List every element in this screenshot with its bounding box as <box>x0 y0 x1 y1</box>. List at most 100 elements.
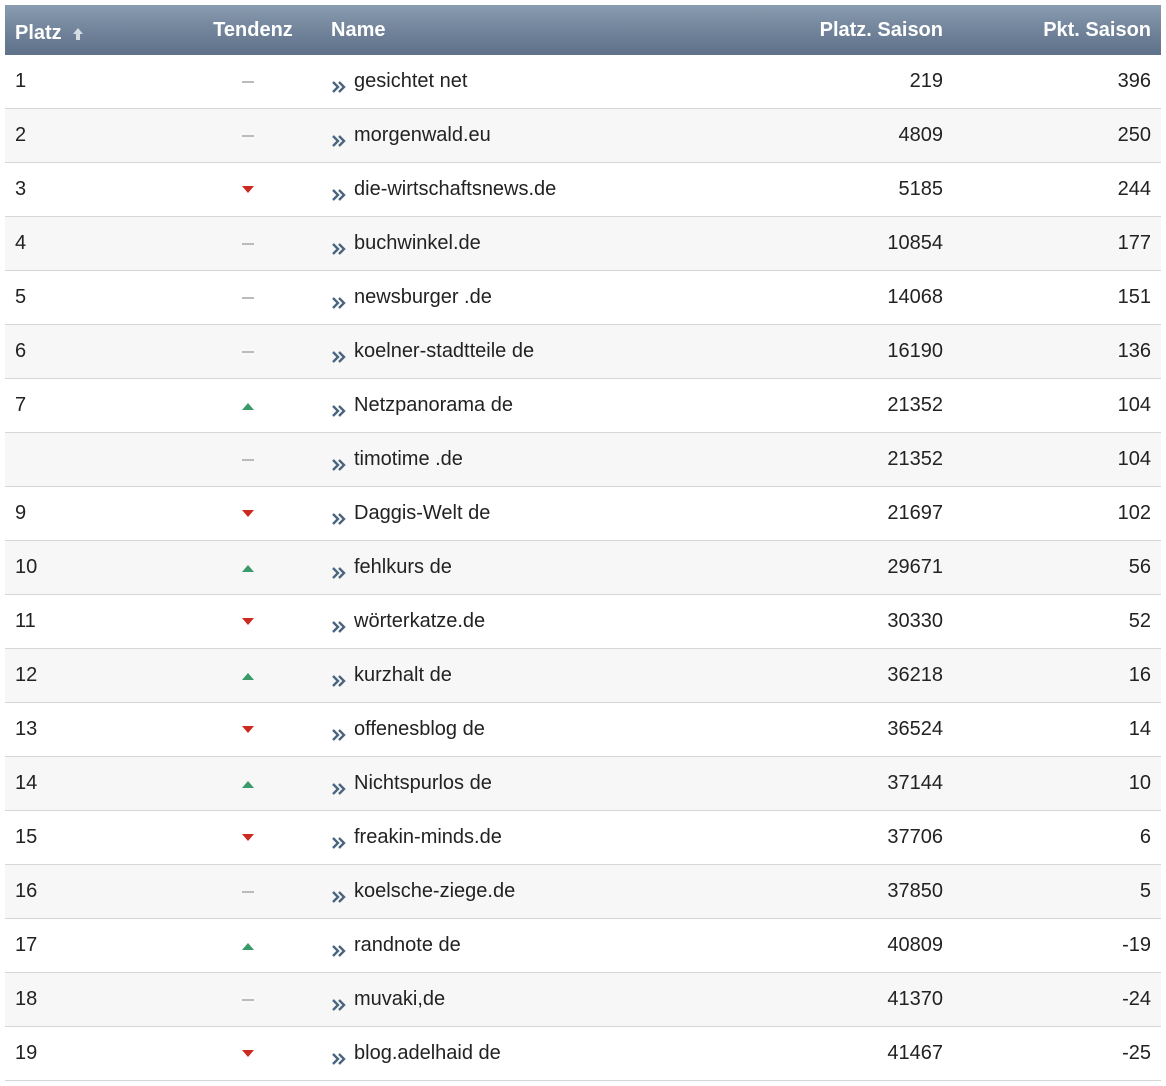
cell-name: gesichtet net <box>331 70 611 93</box>
trend-same-icon <box>240 340 256 353</box>
trend-down-icon <box>240 178 256 193</box>
cell-pkt-saison: 104 <box>1117 394 1151 416</box>
cell-name: freakin-minds.de <box>331 826 611 849</box>
cell-pkt-saison: 104 <box>1117 448 1151 470</box>
site-link[interactable]: die-wirtschaftsnews.de <box>354 178 556 201</box>
table-row: 14 Nichtspurlos de 37144 10 <box>5 757 1161 811</box>
cell-platz: 9 <box>15 502 27 524</box>
site-link[interactable]: Nichtspurlos de <box>354 772 492 795</box>
cell-tendenz <box>165 232 331 255</box>
column-header-tendenz[interactable]: Tendenz <box>165 19 331 42</box>
site-link[interactable]: fehlkurs de <box>354 556 452 579</box>
double-chevron-right-icon <box>331 725 347 741</box>
table-row: 16 koelsche-ziege.de 37850 5 <box>5 865 1161 919</box>
site-link[interactable]: muvaki,de <box>354 988 445 1011</box>
site-link[interactable]: Netzpanorama de <box>354 394 513 417</box>
cell-name: timotime .de <box>331 448 611 471</box>
cell-platz: 12 <box>15 664 38 686</box>
site-link[interactable]: koelner-stadtteile de <box>354 340 534 363</box>
trend-same-icon <box>240 286 256 299</box>
trend-down-icon <box>240 610 256 625</box>
double-chevron-right-icon <box>331 941 347 957</box>
cell-platz: 3 <box>15 178 27 200</box>
site-link[interactable]: buchwinkel.de <box>354 232 481 255</box>
double-chevron-right-icon <box>331 131 347 147</box>
site-link[interactable]: kurzhalt de <box>354 664 452 687</box>
cell-platz-saison: 41370 <box>887 988 943 1010</box>
cell-platz-saison: 21352 <box>887 448 943 470</box>
cell-tendenz <box>165 826 331 849</box>
cell-tendenz <box>165 1042 331 1065</box>
column-header-platz-saison[interactable]: Platz. Saison <box>611 19 945 42</box>
cell-tendenz <box>165 178 331 201</box>
double-chevron-right-icon <box>331 617 347 633</box>
cell-tendenz <box>165 772 331 795</box>
cell-pkt-saison: 56 <box>1128 556 1151 578</box>
table-row: 6 koelner-stadtteile de 16190 136 <box>5 325 1161 379</box>
trend-same-icon <box>240 988 256 1001</box>
cell-platz-saison: 37706 <box>887 826 943 848</box>
cell-name: buchwinkel.de <box>331 232 611 255</box>
trend-same-icon <box>240 880 256 893</box>
table-body: 1 gesichtet net 219 396 2 morgenwald.eu 4809 25… <box>5 55 1161 1081</box>
cell-platz-saison: 219 <box>909 70 943 92</box>
cell-pkt-saison: 136 <box>1117 340 1151 362</box>
cell-tendenz <box>165 610 331 633</box>
cell-tendenz <box>165 70 331 93</box>
cell-platz-saison: 21697 <box>887 502 943 524</box>
site-link[interactable]: offenesblog de <box>354 718 485 741</box>
cell-name: koelsche-ziege.de <box>331 880 611 903</box>
cell-name: Daggis-Welt de <box>331 502 611 525</box>
cell-tendenz <box>165 448 331 471</box>
cell-name: muvaki,de <box>331 988 611 1011</box>
site-link[interactable]: randnote de <box>354 934 461 957</box>
cell-pkt-saison: 177 <box>1117 232 1151 254</box>
cell-pkt-saison: -24 <box>1122 988 1151 1010</box>
table-row: 4 buchwinkel.de 10854 177 <box>5 217 1161 271</box>
double-chevron-right-icon <box>331 455 347 471</box>
table-row: timotime .de 21352 104 <box>5 433 1161 487</box>
trend-same-icon <box>240 232 256 245</box>
cell-platz: 14 <box>15 772 38 794</box>
cell-pkt-saison: 244 <box>1117 178 1151 200</box>
site-link[interactable]: newsburger .de <box>354 286 492 309</box>
column-header-platz[interactable]: Platz <box>5 16 165 45</box>
double-chevron-right-icon <box>331 671 347 687</box>
cell-platz: 17 <box>15 934 38 956</box>
cell-name: Netzpanorama de <box>331 394 611 417</box>
cell-tendenz <box>165 718 331 741</box>
cell-name: Nichtspurlos de <box>331 772 611 795</box>
cell-platz-saison: 16190 <box>887 340 943 362</box>
trend-down-icon <box>240 826 256 841</box>
double-chevron-right-icon <box>331 185 347 201</box>
cell-platz-saison: 37144 <box>887 772 943 794</box>
cell-pkt-saison: 52 <box>1128 610 1151 632</box>
sort-ascending-icon[interactable] <box>72 24 84 40</box>
site-link[interactable]: gesichtet net <box>354 70 467 93</box>
site-link[interactable]: freakin-minds.de <box>354 826 502 849</box>
trend-same-icon <box>240 70 256 83</box>
site-link[interactable]: timotime .de <box>354 448 463 471</box>
double-chevron-right-icon <box>331 77 347 93</box>
site-link[interactable]: Daggis-Welt de <box>354 502 490 525</box>
site-link[interactable]: morgenwald.eu <box>354 124 491 147</box>
cell-pkt-saison: 151 <box>1117 286 1151 308</box>
column-header-name[interactable]: Name <box>331 19 611 42</box>
cell-name: wörterkatze.de <box>331 610 611 633</box>
table-row: 1 gesichtet net 219 396 <box>5 55 1161 109</box>
ranking-table: Platz Tendenz Name Platz. Saison Pkt. Sa… <box>5 5 1161 1081</box>
site-link[interactable]: wörterkatze.de <box>354 610 485 633</box>
site-link[interactable]: blog.adelhaid de <box>354 1042 501 1065</box>
cell-platz-saison: 30330 <box>887 610 943 632</box>
column-header-pkt-saison[interactable]: Pkt. Saison <box>945 19 1161 42</box>
table-row: 9 Daggis-Welt de 21697 102 <box>5 487 1161 541</box>
cell-pkt-saison: -25 <box>1122 1042 1151 1064</box>
cell-pkt-saison: 6 <box>1139 826 1151 848</box>
double-chevron-right-icon <box>331 563 347 579</box>
table-row: 12 kurzhalt de 36218 16 <box>5 649 1161 703</box>
site-link[interactable]: koelsche-ziege.de <box>354 880 515 903</box>
cell-platz: 5 <box>15 286 27 308</box>
cell-tendenz <box>165 556 331 579</box>
trend-same-icon <box>240 124 256 137</box>
cell-name: newsburger .de <box>331 286 611 309</box>
